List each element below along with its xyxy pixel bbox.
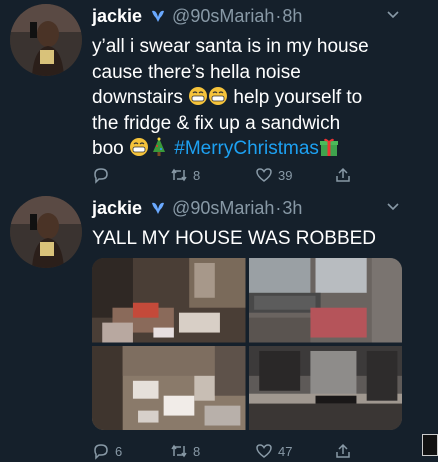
reply-icon [94,444,108,460]
separator: · [275,5,282,26]
tweet-text: YALL MY HOUSE WAS ROBBED [92,228,377,249]
share-icon [336,167,350,182]
avatar[interactable] [10,4,82,76]
retweet-count: 8 [193,167,201,183]
like-icon [256,168,272,182]
hashtag-link[interactable]: #MerryChristmas [174,138,319,159]
verified-badge-icon [152,202,165,214]
separator: · [275,197,282,218]
retweet-button[interactable]: 8 [170,442,200,460]
like-icon [256,444,272,458]
share-button[interactable] [334,166,352,184]
chevron-down-icon[interactable] [386,8,400,22]
tweet-actions: 6 8 47 [92,440,412,462]
reply-button[interactable]: 6 [92,442,122,460]
handle[interactable]: @90sMariah [172,6,274,27]
tweet-line-part: downstairs [92,87,183,108]
tweet-line: boo #MerryChristmas [92,136,428,162]
handle[interactable]: @90sMariah [172,198,274,219]
tweet-line-part: boo [92,138,124,159]
christmas-tree-emoji [152,137,165,156]
photo-2[interactable] [248,258,402,343]
reply-icon [94,168,108,184]
retweet-icon [171,444,187,458]
grimacing-laughing-emoji [189,87,208,105]
tweet-text: y’all i swear santa is in my house cause… [92,34,428,162]
photo-4[interactable] [248,345,402,430]
grimacing-laughing-emoji [129,138,148,156]
like-button[interactable]: 47 [255,442,292,460]
like-count: 39 [278,167,293,183]
tweet-header: jackie @90sMariah · 3h [92,196,428,220]
timestamp[interactable]: 3h [282,198,302,219]
tweet-line: downstairs help yourself to [92,85,428,111]
retweet-icon [171,168,187,182]
gift-emoji [319,138,338,156]
photo-3[interactable] [92,345,246,430]
share-button[interactable] [334,442,352,460]
retweet-count: 8 [193,443,201,459]
tweet-header: jackie @90sMariah · 8h [92,4,428,28]
tweet-line-part: help yourself to [228,87,363,108]
photo-grid [92,258,402,430]
photo-1[interactable] [92,258,246,343]
retweet-button[interactable]: 8 [170,166,200,184]
verified-badge-icon [152,10,165,22]
display-name[interactable]: jackie [92,198,142,219]
display-name[interactable]: jackie [92,6,142,27]
tweet-actions: 8 39 [92,164,412,186]
like-button[interactable]: 39 [255,166,292,184]
avatar[interactable] [10,196,82,268]
reply-button[interactable] [92,166,115,184]
like-count: 47 [278,443,293,459]
grimacing-laughing-emoji [209,87,228,105]
timestamp[interactable]: 8h [282,6,302,27]
tweet-line: cause there’s hella noise [92,61,301,83]
tweet-line: y’all i swear santa is in my house [92,36,369,57]
tweet-line: the fridge & fix up a sandwich [92,112,341,134]
share-icon [336,443,350,458]
chevron-down-icon[interactable] [386,200,400,214]
corner-badge [422,434,438,456]
reply-count: 6 [115,443,123,459]
